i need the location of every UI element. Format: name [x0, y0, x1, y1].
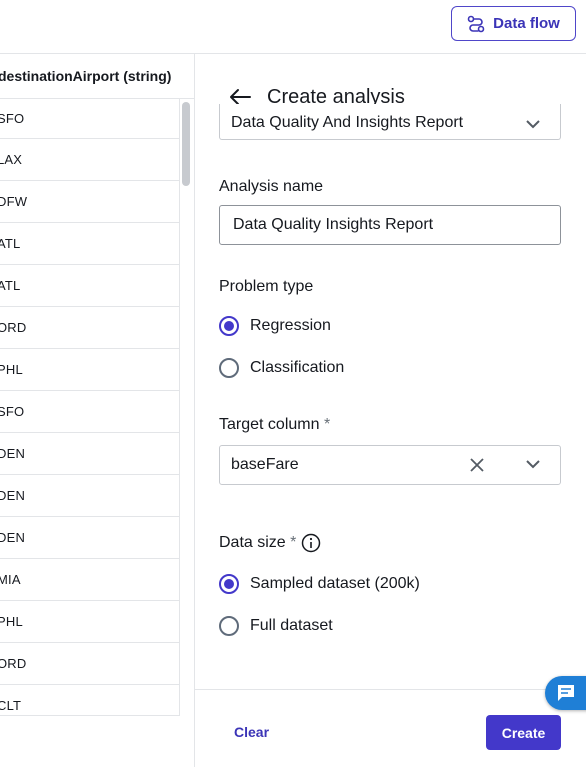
analysis-name-label: Analysis name: [219, 178, 324, 195]
table-body: SFO LAX DFW ATL ATL ORD PHL SFO DEN DEN …: [0, 99, 180, 716]
table-row[interactable]: DEN: [0, 433, 179, 475]
target-column-select[interactable]: baseFare: [219, 445, 561, 485]
create-button[interactable]: Create: [486, 715, 561, 750]
table-cell: DEN: [0, 530, 26, 545]
data-flow-label: Data flow: [493, 15, 560, 32]
table-cell: ORD: [0, 320, 27, 335]
table-cell: LAX: [0, 152, 23, 167]
radio-label: Classification: [250, 359, 345, 376]
target-column-value: baseFare: [231, 456, 299, 473]
target-column-text: Target column: [219, 416, 320, 433]
radio-unselected-icon: [219, 616, 239, 636]
target-column-label: Target column *: [219, 416, 330, 434]
table-row[interactable]: ORD: [0, 643, 179, 685]
table-row[interactable]: CLT: [0, 685, 179, 715]
problem-type-label: Problem type: [219, 278, 314, 295]
table-cell: CLT: [0, 698, 22, 713]
radio-selected-icon: [219, 574, 239, 594]
table-row[interactable]: ORD: [0, 307, 179, 349]
data-size-label: Data size *: [219, 534, 296, 552]
radio-regression[interactable]: Regression: [219, 316, 331, 336]
table-cell: DEN: [0, 488, 26, 503]
required-mark: *: [290, 534, 297, 551]
analysis-name-input[interactable]: [219, 205, 561, 245]
chevron-down-icon: [526, 120, 540, 129]
clear-x-icon[interactable]: [470, 458, 484, 472]
table-cell: SFO: [0, 404, 25, 419]
data-table: destinationAirport (string) SFO LAX DFW …: [0, 54, 195, 767]
table-row[interactable]: PHL: [0, 349, 179, 391]
info-icon[interactable]: [301, 533, 321, 553]
radio-label: Regression: [250, 317, 331, 334]
table-cell: ATL: [0, 236, 21, 251]
radio-sampled-dataset[interactable]: Sampled dataset (200k): [219, 574, 420, 594]
table-column-header[interactable]: destinationAirport (string): [0, 54, 195, 99]
table-cell: ORD: [0, 656, 27, 671]
table-row[interactable]: ATL: [0, 223, 179, 265]
create-analysis-panel: Create analysis Data Quality And Insight…: [195, 54, 586, 767]
chevron-down-icon: [526, 460, 540, 469]
radio-label: Sampled dataset (200k): [250, 575, 420, 592]
table-row[interactable]: DEN: [0, 517, 179, 559]
table-cell: PHL: [0, 362, 23, 377]
table-scrollbar[interactable]: [182, 102, 190, 186]
data-flow-icon: [467, 15, 485, 32]
radio-full-dataset[interactable]: Full dataset: [219, 616, 333, 636]
chat-icon: [558, 685, 574, 701]
table-row[interactable]: SFO: [0, 99, 179, 139]
radio-unselected-icon: [219, 358, 239, 378]
clear-button[interactable]: Clear: [234, 724, 269, 740]
table-cell: ATL: [0, 278, 21, 293]
table-cell: MIA: [0, 572, 21, 587]
table-cell: DFW: [0, 194, 28, 209]
required-mark: *: [323, 416, 331, 433]
table-row[interactable]: ATL: [0, 265, 179, 307]
table-row[interactable]: DFW: [0, 181, 179, 223]
table-row[interactable]: SFO: [0, 391, 179, 433]
data-size-text: Data size: [219, 534, 286, 551]
radio-classification[interactable]: Classification: [219, 358, 344, 378]
table-cell: DEN: [0, 446, 26, 461]
table-footer: [0, 716, 195, 767]
column-header-label: destinationAirport (string): [0, 68, 172, 84]
table-row[interactable]: MIA: [0, 559, 179, 601]
panel-footer: Clear Create: [195, 689, 586, 767]
chat-button[interactable]: [545, 676, 586, 710]
analysis-type-value: Data Quality And Insights Report: [231, 114, 464, 131]
table-row[interactable]: DEN: [0, 475, 179, 517]
radio-selected-icon: [219, 316, 239, 336]
table-row[interactable]: PHL: [0, 601, 179, 643]
table-cell: PHL: [0, 614, 23, 629]
analysis-type-select[interactable]: Data Quality And Insights Report: [219, 104, 561, 140]
top-bar: Data flow: [0, 0, 586, 54]
radio-label: Full dataset: [250, 617, 333, 634]
table-row[interactable]: LAX: [0, 139, 179, 181]
data-flow-button[interactable]: Data flow: [451, 6, 576, 41]
table-cell: SFO: [0, 111, 25, 126]
